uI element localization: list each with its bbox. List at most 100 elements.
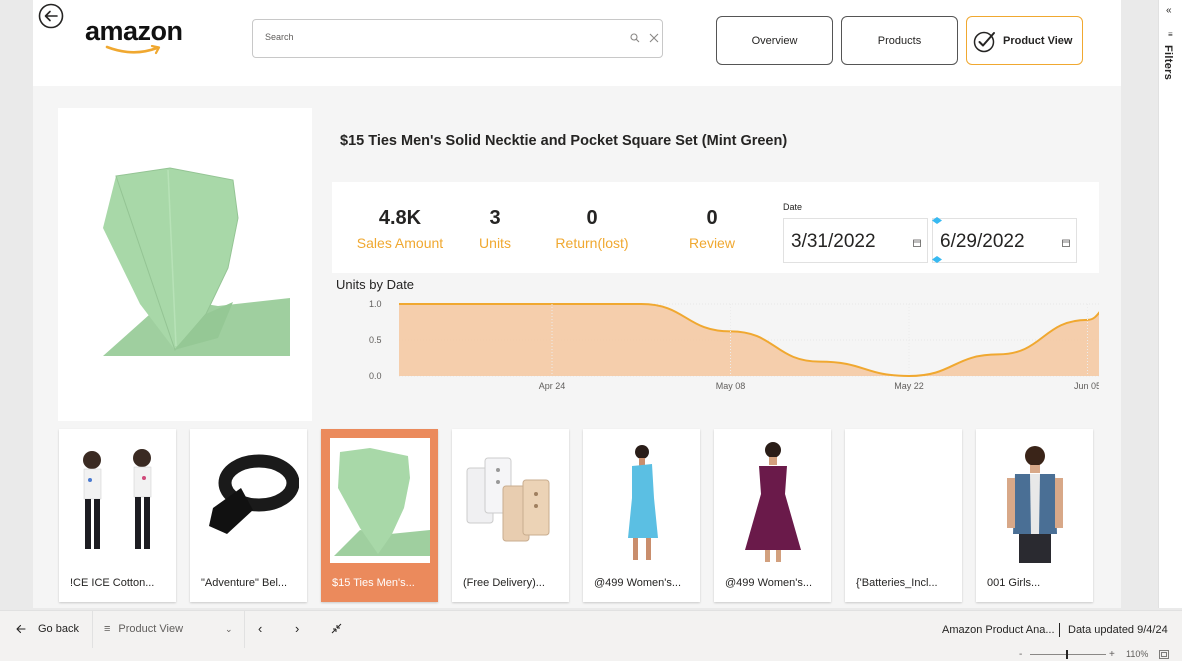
products-button-label: Products — [877, 34, 922, 47]
gallery-tile[interactable]: @499 Women's... — [583, 429, 700, 602]
zoom-slider-thumb[interactable] — [1066, 650, 1068, 659]
logo-text: amazon — [85, 16, 183, 46]
gallery-tile-label: $15 Ties Men's... — [332, 577, 415, 589]
gallery-tile[interactable]: {'Batteries_Incl... — [845, 429, 962, 602]
back-arrow-icon — [16, 624, 26, 634]
search-icon[interactable] — [630, 33, 640, 43]
data-updated-text: Data updated 9/4/24 — [1068, 624, 1168, 636]
gallery-tile-image — [589, 435, 694, 565]
amazon-logo: amazon — [83, 12, 203, 62]
kpi-sales-label: Sales Amount — [356, 235, 444, 251]
y-tick-label: 0.5 — [369, 335, 382, 345]
gallery-tile-image — [458, 435, 563, 565]
fit-to-page-icon[interactable] — [1159, 650, 1169, 659]
x-tick-label: Apr 24 — [539, 381, 566, 391]
date-end-input[interactable]: 6/29/2022 — [932, 218, 1077, 263]
previous-page-icon[interactable]: ‹ — [258, 621, 262, 636]
gallery-tile-image — [65, 435, 170, 565]
zoom-out-button[interactable]: - — [1019, 648, 1022, 661]
page-selector-label: Product View — [118, 623, 184, 635]
report-name: Amazon Product Ana... — [942, 624, 1055, 636]
gallery-tile[interactable]: "Adventure" Bel... — [190, 429, 307, 602]
product-gallery: !CE ICE Cotton... "Adventure" Bel... $15 T… — [59, 429, 1119, 602]
kpi-units-label: Units — [479, 235, 511, 251]
gallery-tile-image — [851, 435, 956, 565]
logo-smile-icon — [105, 45, 161, 55]
gallery-tile-image — [196, 435, 301, 565]
units-by-date-chart: 1.0 0.5 0.0 Apr 24 May 08 May 22 Jun 05 Units … — [332, 275, 1099, 400]
product-view-button[interactable]: Product View — [966, 16, 1083, 65]
status-divider — [1059, 623, 1060, 637]
kpi-return: 0 Return(lost) — [547, 206, 637, 251]
chart-title: Units by Date — [336, 277, 415, 292]
zoom-in-button[interactable]: + — [1109, 648, 1115, 661]
page-selector[interactable]: ≡ Product View ⌄ — [104, 623, 234, 635]
chevron-down-icon: ⌄ — [225, 624, 233, 634]
gallery-tile-label: !CE ICE Cotton... — [70, 577, 155, 589]
kpi-return-label: Return(lost) — [555, 235, 629, 251]
gallery-tile-image — [982, 435, 1087, 565]
report-canvas: amazon Overview Products — [33, 0, 1121, 608]
filters-label: Filters — [1162, 45, 1174, 81]
gallery-tile-image — [327, 435, 432, 565]
clear-icon[interactable] — [649, 33, 659, 43]
gallery-tile[interactable]: @499 Women's... — [714, 429, 831, 602]
date-end-value: 6/29/2022 — [940, 231, 1025, 252]
calendar-icon[interactable] — [913, 239, 921, 247]
x-tick-label: May 22 — [894, 381, 924, 391]
gallery-tile-label: 001 Girls... — [987, 577, 1041, 589]
gallery-tile-image — [720, 435, 825, 565]
y-tick-label: 1.0 — [369, 299, 382, 309]
gallery-tile[interactable]: $15 Ties Men's... — [321, 429, 438, 602]
date-start-value: 3/31/2022 — [791, 231, 876, 252]
check-circle-icon — [973, 31, 995, 52]
search-input[interactable] — [265, 32, 605, 42]
gallery-tile-label: @499 Women's... — [594, 577, 682, 589]
overview-button[interactable]: Overview — [716, 16, 833, 65]
collapse-arrows-icon[interactable] — [331, 623, 342, 634]
zoom-bar: - + 110% — [0, 648, 1182, 661]
divider — [92, 611, 93, 649]
kpi-units: 3 Units — [470, 206, 520, 251]
product-image-card — [58, 108, 312, 421]
gallery-tile[interactable]: (Free Delivery)... — [452, 429, 569, 602]
go-back-label: Go back — [38, 623, 79, 635]
gallery-tile-label: {'Batteries_Incl... — [856, 577, 938, 589]
y-tick-label: 0.0 — [369, 371, 382, 381]
back-arrow-icon[interactable] — [38, 3, 64, 29]
page-list-icon: ≡ — [104, 623, 111, 635]
gallery-tile-label: (Free Delivery)... — [463, 577, 545, 589]
go-back-button[interactable]: Go back — [16, 623, 79, 635]
divider — [244, 611, 245, 649]
kpi-sales-amount: 4.8K Sales Amount — [350, 206, 450, 251]
kpi-return-value: 0 — [586, 207, 598, 229]
kpi-sales-value: 4.8K — [378, 207, 422, 229]
x-tick-label: May 08 — [716, 381, 746, 391]
zoom-level: 110% — [1126, 649, 1149, 659]
gallery-tile-label: "Adventure" Bel... — [201, 577, 288, 589]
filter-funnel-icon: ≡ — [1168, 30, 1173, 39]
necktie-image — [103, 167, 290, 356]
product-view-button-label: Product View — [1003, 34, 1073, 47]
collapse-filters-icon[interactable]: « — [1166, 5, 1172, 16]
gallery-tile[interactable]: !CE ICE Cotton... — [59, 429, 176, 602]
kpi-card: 4.8K Sales Amount 3 Units 0 Return(lost)… — [332, 182, 1099, 273]
slider-handle-end[interactable] — [931, 255, 943, 264]
gallery-tile-label: @499 Women's... — [725, 577, 813, 589]
calendar-icon[interactable] — [1062, 239, 1070, 247]
zoom-slider[interactable] — [1030, 654, 1106, 655]
products-button[interactable]: Products — [841, 16, 958, 65]
kpi-review-label: Review — [689, 235, 735, 251]
date-slicer-label: Date — [783, 202, 803, 212]
search-box[interactable] — [252, 19, 663, 58]
gallery-tile[interactable]: 001 Girls... — [976, 429, 1093, 602]
kpi-review-value: 0 — [706, 207, 718, 229]
x-tick-label: Jun 05 — [1074, 381, 1099, 391]
overview-button-label: Overview — [751, 34, 798, 47]
next-page-icon[interactable]: › — [295, 621, 299, 636]
filters-pane[interactable]: « ≡ Filters — [1158, 0, 1182, 608]
date-start-input[interactable]: 3/31/2022 — [783, 218, 928, 263]
bottom-navigation-bar: Go back ≡ Product View ⌄ ‹ › Amazon Prod… — [0, 610, 1182, 649]
report-header: amazon Overview Products — [33, 0, 1121, 86]
slider-handle-start[interactable] — [931, 216, 943, 225]
